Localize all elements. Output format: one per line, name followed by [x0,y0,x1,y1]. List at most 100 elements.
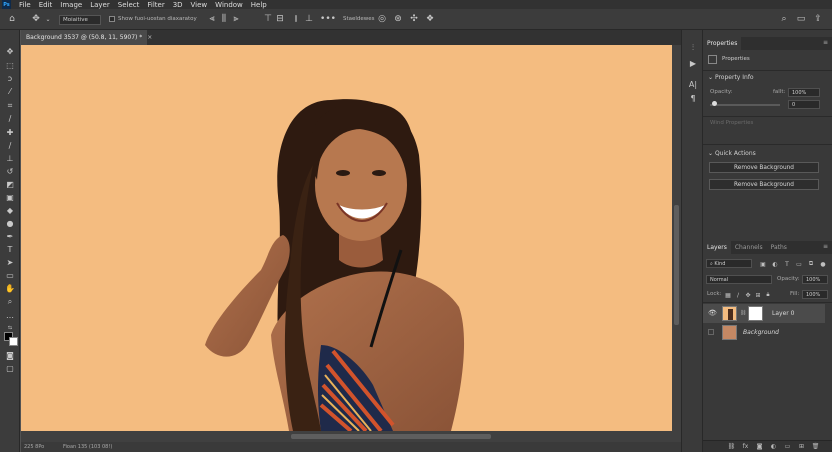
new-layer-icon[interactable]: ⊞ [798,443,805,450]
vertical-scroll-thumb[interactable] [674,205,679,325]
horizontal-scrollbar[interactable] [21,431,672,442]
brush-tool-icon[interactable]: ∕ [4,140,16,151]
menu-layer[interactable]: Layer [90,1,110,9]
home-icon[interactable]: ⌂ [6,13,18,25]
zoom-level[interactable]: 225 8Po [24,444,44,450]
menu-file[interactable]: File [19,1,31,9]
history-brush-icon[interactable]: ↺ [4,166,16,177]
lock-pixels-icon[interactable]: ∕ [734,291,742,299]
move-tool-icon[interactable]: ✥ [30,13,42,25]
property-info-header[interactable]: ⌄ Property Info [708,74,754,81]
filter-smart-icon[interactable]: ⧉ [807,260,815,268]
filter-type-icon[interactable]: T [783,260,791,268]
kind-filter-dropdown[interactable]: ⌕ Kind [706,259,752,268]
more-options-icon[interactable]: ••• [320,13,336,25]
3d-orbit-icon[interactable]: ◎ [376,13,388,25]
hand-tool-icon[interactable]: ✋ [4,283,16,294]
filter-toggle-icon[interactable]: ● [819,260,827,268]
menu-view[interactable]: View [191,1,208,9]
new-group-icon[interactable]: ▭ [784,443,791,450]
layer-fill-field[interactable]: 100% [802,290,828,299]
visibility-eye-icon[interactable]: 👁︎ [708,309,717,317]
history-panel-icon[interactable]: ⫶ [687,42,699,54]
align-top-icon[interactable]: ⊤ [262,13,274,25]
eyedropper-tool-icon[interactable]: ∕ [4,113,16,124]
remove-background-button-2[interactable]: Remove Background [709,179,819,190]
adjustment-layer-icon[interactable]: ◐ [770,443,777,450]
marquee-tool-icon[interactable]: ⬚ [4,60,16,71]
visibility-toggle[interactable] [708,329,714,335]
add-mask-icon[interactable]: ◙ [756,443,763,450]
tab-channels[interactable]: Channels [731,241,767,254]
lock-artboard-icon[interactable]: ⊞ [754,291,762,299]
3d-slide-icon[interactable]: ❖ [424,13,436,25]
workspace-icon[interactable]: ▭ [795,13,807,25]
paragraph-panel-icon[interactable]: ¶ [687,92,699,104]
share-icon[interactable]: ⇪ [812,13,824,25]
path-select-icon[interactable]: ➤ [4,257,16,268]
filter-shape-icon[interactable]: ▭ [795,260,803,268]
eraser-tool-icon[interactable]: ◩ [4,179,16,190]
3d-roll-icon[interactable]: ⊛ [392,13,404,25]
menu-select[interactable]: Select [118,1,140,9]
menu-edit[interactable]: Edit [39,1,53,9]
document-tab[interactable]: Background 3537 @ (50.8, 11, 5907) * × [21,30,152,45]
tab-layers[interactable]: Layers [703,241,731,254]
chevron-down-icon[interactable]: ⌄ [42,13,54,25]
pen-tool-icon[interactable]: ✒ [4,231,16,242]
layer-name[interactable]: Background [743,329,779,336]
more-tools-icon[interactable]: … [4,310,16,321]
align-center-icon[interactable]: ⫼ [218,13,230,25]
move-tool-icon[interactable]: ✥ [4,46,16,57]
actions-play-icon[interactable]: ▶ [687,57,699,69]
fill-field[interactable]: 100% [788,88,820,97]
lock-transparency-icon[interactable]: ▦ [724,291,732,299]
auto-select-dropdown[interactable]: Moiaitive [59,15,101,25]
menu-3d[interactable]: 3D [173,1,183,9]
character-panel-icon[interactable]: A| [687,78,699,90]
value-field[interactable]: 0 [788,100,820,109]
menu-window[interactable]: Window [215,1,243,9]
show-transform-checkbox[interactable] [109,16,115,22]
vertical-scrollbar[interactable] [672,45,681,442]
layer-mask-thumbnail[interactable] [748,306,763,321]
background-color-swatch[interactable] [9,337,18,346]
document-canvas[interactable] [21,45,672,431]
menu-help[interactable]: Help [251,1,267,9]
quick-actions-header[interactable]: ⌄ Quick Actions [708,150,756,157]
quick-select-tool-icon[interactable]: ⁄ [4,86,16,97]
layer-opacity-field[interactable]: 100% [802,275,828,284]
layer-row-background[interactable]: Background [703,323,825,342]
opacity-slider-knob[interactable] [712,101,718,106]
layer-style-icon[interactable]: fx [742,443,749,450]
distribute-icon[interactable]: ⫾ [290,13,302,25]
menu-filter[interactable]: Filter [147,1,164,9]
horizontal-scroll-thumb[interactable] [291,434,491,439]
menu-image[interactable]: Image [60,1,82,9]
align-middle-icon[interactable]: ⊟ [274,13,286,25]
tab-paths[interactable]: Paths [767,241,791,254]
link-layers-icon[interactable]: ⛓︎ [728,443,736,450]
doc-info[interactable]: Fioan 135 (103 08!) [63,444,112,450]
screen-mode-icon[interactable]: ▢ [4,363,16,374]
opacity-slider[interactable] [710,101,780,106]
lasso-tool-icon[interactable]: ↄ [4,73,16,84]
zoom-tool-icon[interactable]: ⌕ [4,296,16,307]
clone-stamp-icon[interactable]: ⊥ [4,153,16,164]
layer-name[interactable]: Layer 0 [772,310,794,317]
type-tool-icon[interactable]: T [4,244,16,255]
align-left-icon[interactable]: ⫷ [206,13,218,25]
distribute-spacing-icon[interactable]: ⊥ [303,13,315,25]
tab-properties[interactable]: Properties [703,37,742,50]
crop-tool-icon[interactable]: ⌗ [4,100,16,111]
healing-brush-icon[interactable]: ✚ [4,127,16,138]
delete-layer-icon[interactable]: 🗑︎ [812,443,820,450]
shape-tool-icon[interactable]: ▭ [4,270,16,281]
panel-menu-icon[interactable]: ≡ [819,241,832,254]
3d-pan-icon[interactable]: ✣ [408,13,420,25]
filter-pixel-icon[interactable]: ▣ [759,260,767,268]
search-icon[interactable]: ⌕ [778,13,790,25]
gradient-tool-icon[interactable]: ▣ [4,192,16,203]
lock-all-icon[interactable]: 🔒︎ [764,291,772,299]
dodge-tool-icon[interactable]: ● [4,218,16,229]
